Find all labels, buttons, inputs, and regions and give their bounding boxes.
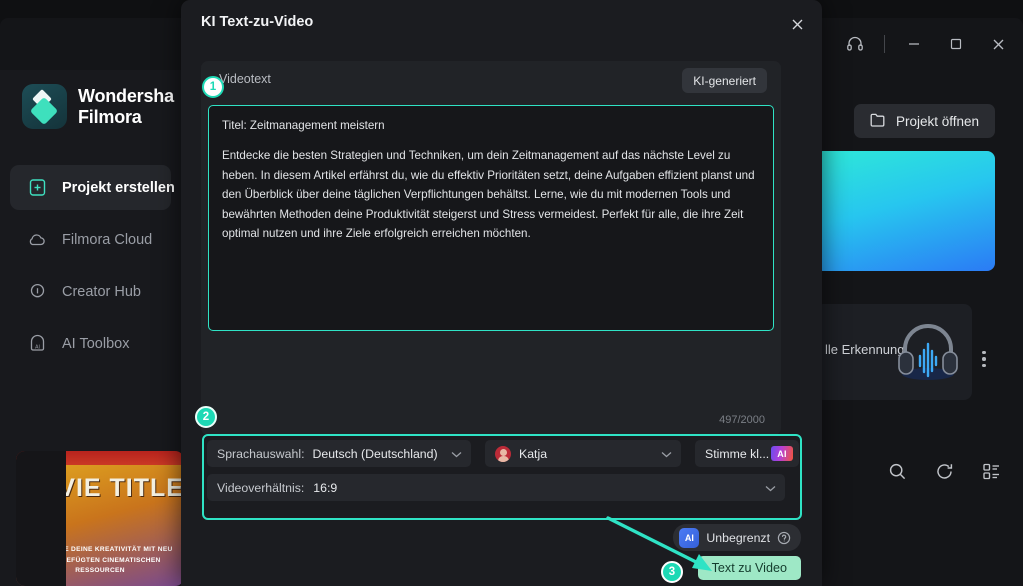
new-project-icon — [26, 177, 48, 199]
window-controls — [792, 18, 1023, 70]
folder-icon — [870, 113, 886, 130]
filmora-logo-icon — [22, 84, 67, 129]
videotext-body: Entdecke die besten Strategien und Techn… — [222, 149, 755, 241]
screenshot-root: Wondersha Filmora Projekt erstellen Film… — [0, 0, 1023, 586]
sidebar: Wondersha Filmora Projekt erstellen Film… — [0, 70, 184, 586]
sidebar-item-label: Projekt erstellen — [62, 179, 175, 196]
lightbulb-icon — [26, 281, 48, 303]
sidebar-item-creator-hub[interactable]: Creator Hub — [10, 269, 171, 314]
options-row-2: Videoverhältnis: 16:9 — [207, 474, 785, 501]
sidebar-item-label: Creator Hub — [62, 283, 141, 300]
brand: Wondersha Filmora — [0, 70, 181, 129]
video-ratio-value: 16:9 — [313, 480, 338, 495]
options-section: Sprachauswahl: Deutsch (Deutschland) Kat… — [207, 440, 799, 516]
ai-badge-icon: AI — [771, 446, 793, 461]
open-project-label: Projekt öffnen — [895, 113, 979, 129]
voice-select[interactable]: Katja — [485, 440, 681, 467]
brand-name: Wondersha Filmora — [78, 85, 174, 127]
annotation-badge-2: 2 — [195, 406, 217, 428]
maximize-icon[interactable] — [935, 18, 977, 70]
more-options-icon[interactable] — [973, 342, 995, 376]
chevron-down-icon — [765, 481, 776, 495]
sidebar-item-projekt-erstellen[interactable]: Projekt erstellen — [10, 165, 175, 210]
headset-support-icon[interactable] — [834, 18, 876, 70]
ai-generate-label: KI-generiert — [693, 73, 756, 88]
chevron-down-icon — [451, 447, 462, 461]
language-value: Deutsch (Deutschland) — [312, 446, 438, 461]
ai-toolbox-icon: AI — [26, 333, 48, 355]
videotext-panel: Videotext KI-generiert Titel: Zeitmanage… — [201, 61, 781, 435]
language-label: Sprachauswahl: — [217, 446, 305, 461]
refresh-icon[interactable] — [935, 462, 954, 486]
voice-clone-label: Stimme kl... — [705, 446, 770, 461]
open-project-button[interactable]: Projekt öffnen — [853, 104, 995, 138]
search-icon[interactable] — [888, 462, 907, 486]
character-counter: 497/2000 — [719, 414, 765, 426]
annotation-badge-1: 1 — [202, 76, 224, 98]
tool-card[interactable]: lle Erkennung — [815, 304, 972, 400]
videotext-input[interactable]: Titel: Zeitmanagement meistern Entdecke … — [208, 105, 774, 331]
list-view-icon[interactable] — [982, 462, 1001, 486]
ai-generate-button[interactable]: KI-generiert — [682, 68, 767, 93]
chevron-down-icon — [661, 447, 672, 461]
videotext-title-line: Titel: Zeitmanagement meistern — [222, 119, 385, 132]
voice-avatar-icon — [495, 445, 511, 462]
headphones-icon — [898, 324, 958, 380]
language-select[interactable]: Sprachauswahl: Deutsch (Deutschland) — [207, 440, 471, 467]
promo-left-mask — [16, 451, 66, 586]
minimize-icon[interactable] — [893, 18, 935, 70]
videotext-label: Videotext — [219, 72, 271, 86]
close-icon[interactable] — [784, 11, 810, 37]
titlebar-divider — [884, 35, 885, 53]
video-ratio-label: Videoverhältnis: — [217, 480, 305, 495]
options-row-1: Sprachauswahl: Deutsch (Deutschland) Kat… — [207, 440, 799, 467]
annotation-badge-3: 3 — [661, 561, 683, 583]
content-toolbar — [888, 462, 1001, 486]
sidebar-nav: Projekt erstellen Filmora Cloud Creator … — [0, 165, 181, 366]
cloud-icon — [26, 229, 48, 251]
sidebar-item-ai-toolbox[interactable]: AI AI Toolbox — [10, 321, 171, 366]
sidebar-item-label: AI Toolbox — [62, 335, 130, 352]
close-icon[interactable] — [977, 18, 1019, 70]
voice-value: Katja — [519, 446, 548, 461]
gradient-preview-card[interactable] — [815, 151, 995, 271]
svg-text:AI: AI — [35, 344, 40, 350]
help-circle-icon[interactable] — [777, 531, 791, 545]
video-ratio-select[interactable]: Videoverhältnis: 16:9 — [207, 474, 785, 501]
sidebar-item-label: Filmora Cloud — [62, 231, 153, 248]
voice-clone-button[interactable]: Stimme kl... AI — [695, 440, 799, 467]
dialog-title: KI Text-zu-Video — [201, 14, 314, 30]
sidebar-item-filmora-cloud[interactable]: Filmora Cloud — [10, 217, 171, 262]
promo-card[interactable]: MOVIE TITLE ENTFESSLE DEINE KREATIVITÄT … — [16, 451, 184, 586]
text-to-video-dialog: KI Text-zu-Video Videotext KI-generiert … — [181, 0, 822, 586]
